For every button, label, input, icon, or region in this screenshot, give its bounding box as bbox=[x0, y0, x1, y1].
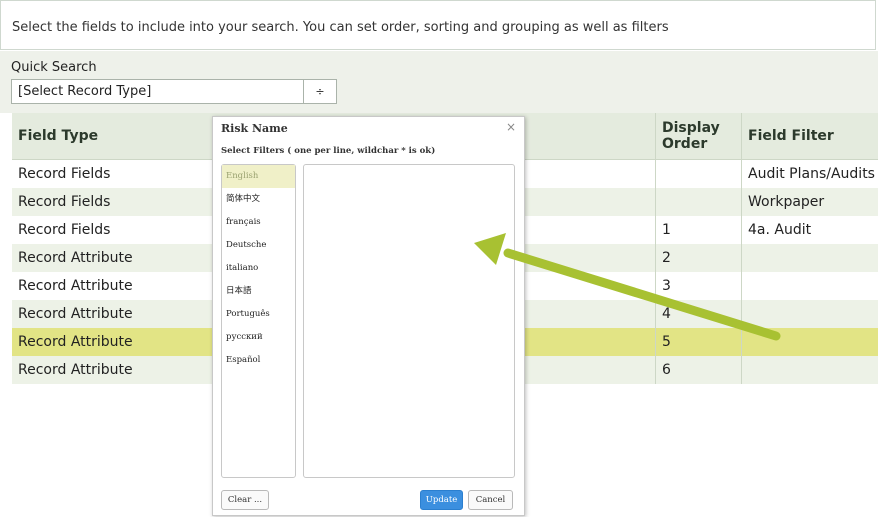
cell-field-filter bbox=[741, 244, 878, 272]
language-item-english[interactable]: English bbox=[222, 165, 295, 188]
cell-display-order bbox=[655, 188, 741, 216]
language-item-german[interactable]: Deutsche bbox=[222, 234, 295, 257]
cell-field-filter: Workpaper bbox=[741, 188, 878, 216]
cell-display-order: 2 bbox=[655, 244, 741, 272]
language-item-chinese[interactable]: 简体中文 bbox=[222, 188, 295, 211]
language-item-japanese[interactable]: 日本語 bbox=[222, 280, 295, 303]
intro-text: Select the fields to include into your s… bbox=[12, 20, 669, 35]
clear-button[interactable]: Clear ... bbox=[221, 490, 269, 510]
popup-subtitle: Select Filters ( one per line, wildchar … bbox=[221, 146, 436, 156]
cell-field-filter bbox=[741, 328, 878, 356]
cell-display-order bbox=[655, 160, 741, 188]
select-arrows-icon[interactable]: ÷ bbox=[303, 80, 336, 103]
cell-display-order: 6 bbox=[655, 356, 741, 384]
cell-field-filter: 4a. Audit bbox=[741, 216, 878, 244]
quick-search-panel: Quick Search [Select Record Type] ÷ bbox=[0, 51, 878, 113]
language-item-italian[interactable]: italiano bbox=[222, 257, 295, 280]
record-type-select-value: [Select Record Type] bbox=[18, 84, 152, 99]
cell-field-filter bbox=[741, 356, 878, 384]
update-button[interactable]: Update bbox=[420, 490, 463, 510]
language-item-russian[interactable]: русский bbox=[222, 326, 295, 349]
language-item-french[interactable]: français bbox=[222, 211, 295, 234]
record-type-select[interactable]: [Select Record Type] ÷ bbox=[11, 79, 337, 104]
language-item-portuguese[interactable]: Português bbox=[222, 303, 295, 326]
cell-display-order: 4 bbox=[655, 300, 741, 328]
filter-popup: Risk Name × Select Filters ( one per lin… bbox=[212, 116, 525, 516]
cell-field-filter bbox=[741, 300, 878, 328]
close-icon[interactable]: × bbox=[506, 120, 516, 134]
language-item-spanish[interactable]: Español bbox=[222, 349, 295, 372]
cell-display-order: 3 bbox=[655, 272, 741, 300]
cell-field-filter: Audit Plans/Audits bbox=[741, 160, 878, 188]
filter-textarea[interactable] bbox=[303, 164, 515, 478]
language-list: English 简体中文 français Deutsche italiano … bbox=[221, 164, 296, 478]
cell-display-order: 5 bbox=[655, 328, 741, 356]
header-field-filter[interactable]: Field Filter bbox=[741, 113, 878, 159]
intro-bar: Select the fields to include into your s… bbox=[0, 0, 876, 50]
popup-title: Risk Name bbox=[221, 122, 288, 135]
header-display-order[interactable]: Display Order bbox=[655, 113, 741, 159]
quick-search-label: Quick Search bbox=[11, 60, 97, 75]
cell-display-order: 1 bbox=[655, 216, 741, 244]
cancel-button[interactable]: Cancel bbox=[468, 490, 513, 510]
cell-field-filter bbox=[741, 272, 878, 300]
